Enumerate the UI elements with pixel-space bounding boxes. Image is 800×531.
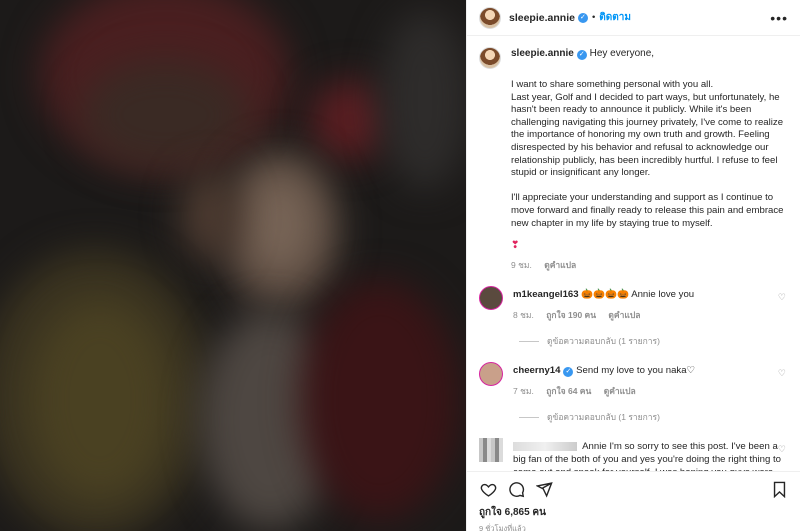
likes-count[interactable]: ถูกใจ 6,865 คน bbox=[479, 505, 788, 520]
comment-body: Annie I'm so sorry to see this post. I'v… bbox=[513, 438, 783, 471]
commenter-username[interactable]: m1keangel163 bbox=[513, 289, 579, 300]
comment-item: m1keangel163 🎃🎃🎃🎃 Annie love you 8 ชม. ถ… bbox=[479, 286, 788, 322]
bookmark-icon[interactable] bbox=[770, 480, 788, 498]
comment-likes[interactable]: ถูกใจ 64 คน bbox=[546, 386, 591, 396]
verified-icon: ✓ bbox=[563, 367, 574, 378]
comment-heart-icon[interactable]: ♡ bbox=[778, 368, 786, 379]
caption-time[interactable]: 9 ชม. bbox=[511, 260, 532, 270]
comment-item: Annie I'm so sorry to see this post. I'v… bbox=[479, 438, 788, 471]
replies-line bbox=[519, 340, 539, 342]
more-icon[interactable]: ••• bbox=[770, 10, 788, 26]
action-icons bbox=[479, 480, 788, 498]
share-icon[interactable] bbox=[535, 480, 553, 498]
post-time[interactable]: 9 ชั่วโมงที่แล้ว bbox=[479, 523, 788, 531]
view-replies-link[interactable]: ดูข้อความตอบกลับ (1 รายการ) bbox=[519, 334, 788, 348]
commenter-avatar[interactable] bbox=[479, 362, 503, 387]
post-photo[interactable] bbox=[0, 0, 466, 531]
comment-text-line: cheerny14 ✓ Send my love to you naka♡ bbox=[513, 364, 783, 378]
pixelated-avatar[interactable] bbox=[479, 438, 503, 463]
photo-shape bbox=[245, 175, 315, 275]
photo-shape bbox=[310, 80, 390, 160]
comment-translate-link[interactable]: ดูคำแปล bbox=[608, 310, 640, 320]
caption-avatar[interactable] bbox=[479, 47, 501, 69]
heart-icon[interactable] bbox=[479, 480, 497, 498]
heart-emoji: ❣ bbox=[511, 240, 520, 252]
blurred-username[interactable] bbox=[513, 442, 577, 452]
separator-dot: • bbox=[591, 12, 596, 23]
comment-likes[interactable]: ถูกใจ 190 คน bbox=[546, 310, 596, 320]
action-bar: ถูกใจ 6,865 คน 9 ชั่วโมงที่แล้ว bbox=[467, 471, 800, 531]
comment-time[interactable]: 8 ชม. bbox=[513, 310, 534, 320]
comment-body: m1keangel163 🎃🎃🎃🎃 Annie love you 8 ชม. ถ… bbox=[513, 286, 783, 322]
caption-head: sleepie.annie ✓ Hey everyone, bbox=[511, 47, 654, 69]
photo-shape bbox=[180, 170, 240, 260]
follow-button[interactable]: ติดตาม bbox=[599, 10, 631, 25]
comment-text: Send my love to you naka♡ bbox=[576, 365, 696, 377]
comments-area[interactable]: sleepie.annie ✓ Hey everyone, I want to s… bbox=[467, 37, 800, 471]
comment-translate-link[interactable]: ดูคำแปล bbox=[604, 386, 636, 396]
view-replies-link[interactable]: ดูข้อความตอบกลับ (1 รายการ) bbox=[519, 410, 788, 424]
photo-shape bbox=[380, 10, 466, 190]
comment-heart-icon[interactable]: ♡ bbox=[778, 292, 786, 303]
comment-meta: 7 ชม. ถูกใจ 64 คน ดูคำแปล bbox=[513, 384, 783, 398]
comment-text: 🎃🎃🎃🎃 Annie love you bbox=[581, 289, 695, 301]
photo-shape bbox=[30, 300, 170, 500]
comment-item: cheerny14 ✓ Send my love to you naka♡ 7 ช… bbox=[479, 362, 788, 398]
view-replies-text: ดูข้อความตอบกลับ (1 รายการ) bbox=[547, 412, 660, 423]
verified-icon: ✓ bbox=[577, 12, 588, 23]
comment-meta: 8 ชม. ถูกใจ 190 คน ดูคำแปล bbox=[513, 308, 783, 322]
verified-icon: ✓ bbox=[576, 50, 587, 60]
comment-text-line: Annie I'm so sorry to see this post. I'v… bbox=[513, 440, 783, 471]
author-username[interactable]: sleepie.annie bbox=[509, 12, 575, 24]
caption-greeting: Hey everyone, bbox=[589, 48, 655, 59]
comment-text-line: m1keangel163 🎃🎃🎃🎃 Annie love you bbox=[513, 288, 783, 301]
post-header: sleepie.annie ✓ • ติดตาม ••• bbox=[467, 0, 800, 36]
comment-icon[interactable] bbox=[507, 480, 525, 498]
caption-meta: 9 ชม. ดูคำแปล bbox=[511, 258, 788, 272]
caption-body: I want to share something personal with … bbox=[511, 79, 784, 229]
caption-translate-link[interactable]: ดูคำแปล bbox=[544, 260, 576, 270]
caption-header: sleepie.annie ✓ Hey everyone, bbox=[479, 47, 788, 69]
replies-line bbox=[519, 416, 539, 418]
photo-shape bbox=[300, 280, 460, 520]
commenter-avatar[interactable] bbox=[479, 286, 503, 311]
author-avatar[interactable] bbox=[479, 6, 501, 29]
view-replies-text: ดูข้อความตอบกลับ (1 รายการ) bbox=[547, 336, 660, 347]
comment-heart-icon[interactable]: ♡ bbox=[778, 444, 786, 455]
instagram-post-view: sleepie.annie ✓ • ติดตาม ••• sleepie.ann… bbox=[0, 0, 800, 531]
photo-shape bbox=[80, 60, 250, 170]
commenter-username[interactable]: cheerny14 bbox=[513, 365, 560, 376]
comment-time[interactable]: 7 ชม. bbox=[513, 386, 534, 396]
caption-username[interactable]: sleepie.annie bbox=[511, 48, 574, 59]
comment-body: cheerny14 ✓ Send my love to you naka♡ 7 ช… bbox=[513, 362, 783, 398]
post-side-panel: sleepie.annie ✓ • ติดตาม ••• sleepie.ann… bbox=[466, 0, 800, 531]
